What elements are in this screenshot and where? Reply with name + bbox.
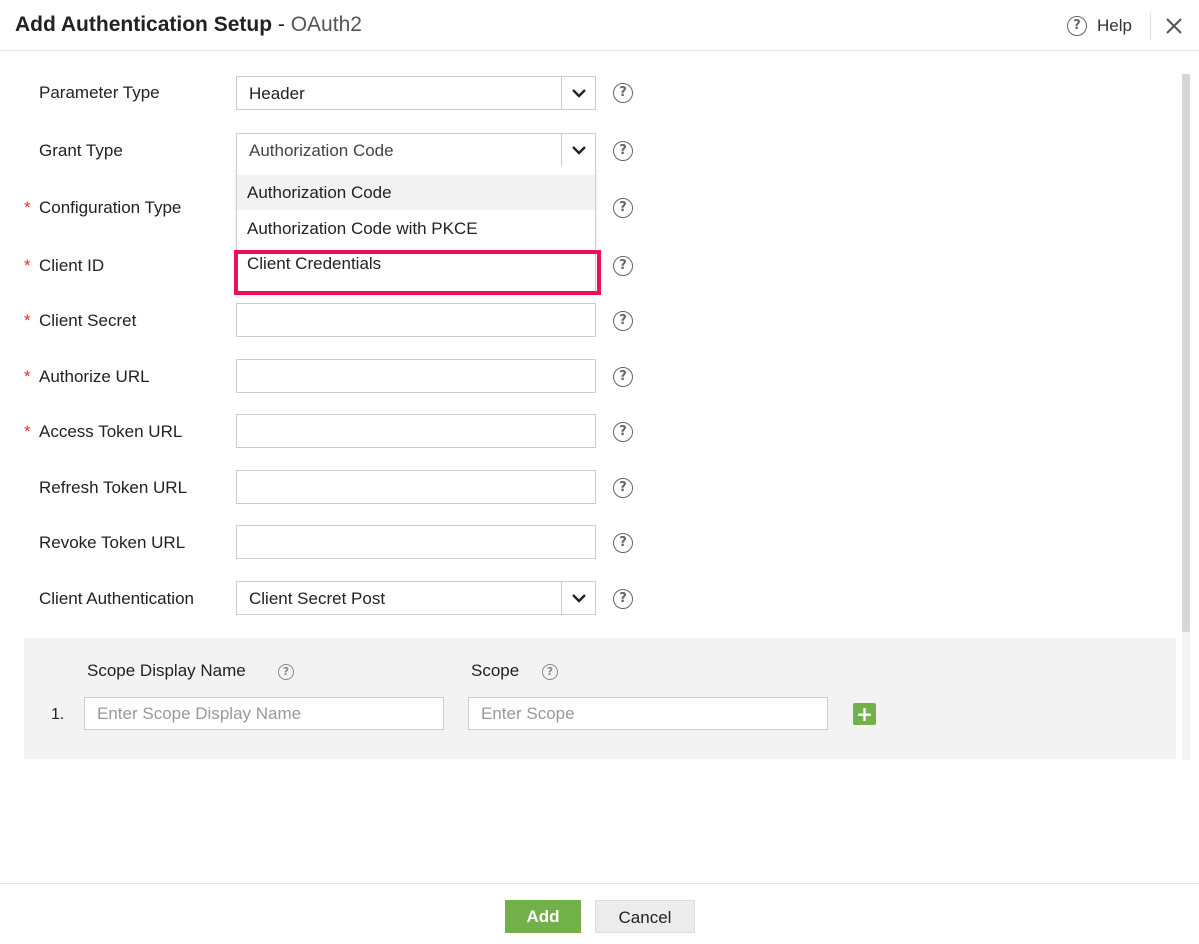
required-marker: * [24, 422, 31, 441]
refresh-token-url-label: Refresh Token URL [39, 478, 188, 497]
chevron-down-icon [561, 134, 595, 166]
parameter-type-select[interactable]: Header [236, 76, 596, 110]
dropdown-option-client-credentials[interactable]: Client Credentials [237, 247, 595, 282]
dropdown-option-authorization-code-pkce[interactable]: Authorization Code with PKCE [237, 211, 595, 246]
help-icon: ? [1067, 16, 1087, 36]
scope-header: Scope [471, 661, 520, 680]
authorize-url-input[interactable] [236, 359, 596, 393]
client-id-label: Client ID [39, 256, 105, 275]
scrollbar-thumb[interactable] [1182, 74, 1190, 632]
scope-display-name-help-icon[interactable]: ? [278, 664, 294, 680]
grant-type-help-icon[interactable]: ? [613, 141, 633, 161]
required-marker: * [24, 311, 31, 330]
revoke-token-url-help-icon[interactable]: ? [613, 533, 633, 553]
access-token-url-help-icon[interactable]: ? [613, 422, 633, 442]
scrollbar-track[interactable] [1182, 74, 1190, 760]
title-separator: - [272, 13, 291, 36]
client-secret-input[interactable] [236, 303, 596, 337]
scope-input[interactable] [468, 697, 828, 730]
client-id-help-icon[interactable]: ? [613, 256, 633, 276]
grant-type-select[interactable]: Authorization Code [236, 133, 596, 167]
access-token-url-label: Access Token URL [39, 422, 183, 441]
client-secret-label: Client Secret [39, 311, 137, 330]
parameter-type-help-icon[interactable]: ? [613, 83, 633, 103]
configuration-type-label: Configuration Type [39, 198, 182, 217]
refresh-token-url-input[interactable] [236, 470, 596, 504]
grant-type-label: Grant Type [39, 141, 123, 160]
chevron-down-icon [561, 77, 595, 109]
access-token-url-input[interactable] [236, 414, 596, 448]
client-authentication-value: Client Secret Post [249, 589, 386, 608]
grant-type-value: Authorization Code [249, 141, 394, 160]
authorize-url-help-icon[interactable]: ? [613, 367, 633, 387]
client-authentication-label: Client Authentication [39, 589, 194, 608]
parameter-type-value: Header [249, 84, 305, 103]
revoke-token-url-label: Revoke Token URL [39, 533, 186, 552]
help-label: Help [1097, 16, 1132, 35]
cancel-button[interactable]: Cancel [595, 900, 695, 933]
scope-panel: Scope Display Name ? Scope ? 1. + [24, 638, 1176, 759]
add-scope-icon[interactable]: + [853, 703, 876, 725]
grant-type-dropdown-menu: Authorization Code Authorization Code wi… [236, 166, 596, 294]
scope-display-name-header: Scope Display Name [87, 661, 246, 680]
help-button[interactable]: ? Help [1067, 15, 1132, 37]
add-button[interactable]: Add [505, 900, 581, 933]
chevron-down-icon [561, 582, 595, 614]
client-authentication-select[interactable]: Client Secret Post [236, 581, 596, 615]
required-marker: * [24, 198, 31, 217]
refresh-token-url-help-icon[interactable]: ? [613, 478, 633, 498]
required-marker: * [24, 367, 31, 386]
close-icon[interactable] [1163, 15, 1185, 37]
parameter-type-label: Parameter Type [39, 83, 160, 102]
scope-display-name-input[interactable] [84, 697, 444, 730]
revoke-token-url-input[interactable] [236, 525, 596, 559]
scope-help-icon[interactable]: ? [542, 664, 558, 680]
dialog-title: Add Authentication Setup - OAuth2 [15, 12, 362, 38]
authorize-url-label: Authorize URL [39, 367, 150, 386]
client-authentication-help-icon[interactable]: ? [613, 589, 633, 609]
dialog-footer: Add Cancel [0, 883, 1199, 944]
client-secret-help-icon[interactable]: ? [613, 311, 633, 331]
required-marker: * [24, 256, 31, 275]
header-divider [1150, 13, 1151, 39]
title-subtitle: OAuth2 [290, 13, 362, 36]
dialog-header: Add Authentication Setup - OAuth2 ? Help [0, 0, 1199, 51]
scope-row-number: 1. [51, 706, 65, 723]
configuration-type-help-icon[interactable]: ? [613, 198, 633, 218]
dropdown-option-authorization-code[interactable]: Authorization Code [237, 175, 595, 210]
title-main: Add Authentication Setup [15, 13, 273, 36]
